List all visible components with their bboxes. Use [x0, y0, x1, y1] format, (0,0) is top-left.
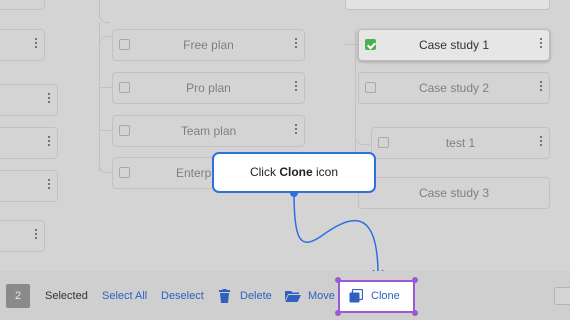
- copy-icon[interactable]: [349, 289, 363, 303]
- selected-label: Selected: [45, 290, 88, 302]
- deselect-button[interactable]: Deselect: [161, 290, 204, 303]
- toolbar-right-control[interactable]: [554, 287, 570, 305]
- selection-handle: [412, 310, 418, 316]
- selection-handle: [335, 277, 341, 283]
- selection-handle: [412, 277, 418, 283]
- delete-button[interactable]: Delete: [240, 290, 272, 303]
- tooltip-hint: Click Clone icon: [212, 152, 376, 193]
- folder-icon[interactable]: [285, 290, 301, 302]
- select-all-button[interactable]: Select All: [102, 290, 147, 303]
- selected-count-badge: 2: [6, 284, 30, 308]
- trash-icon[interactable]: [218, 289, 231, 303]
- selection-handle: [335, 310, 341, 316]
- tooltip-prefix: Click: [249, 165, 276, 179]
- clone-button[interactable]: Clone: [338, 280, 415, 313]
- move-button[interactable]: Move: [308, 290, 335, 303]
- tooltip-bold: Clone: [279, 165, 313, 179]
- clone-label: Clone: [371, 290, 400, 302]
- tooltip-suffix: icon: [316, 165, 339, 179]
